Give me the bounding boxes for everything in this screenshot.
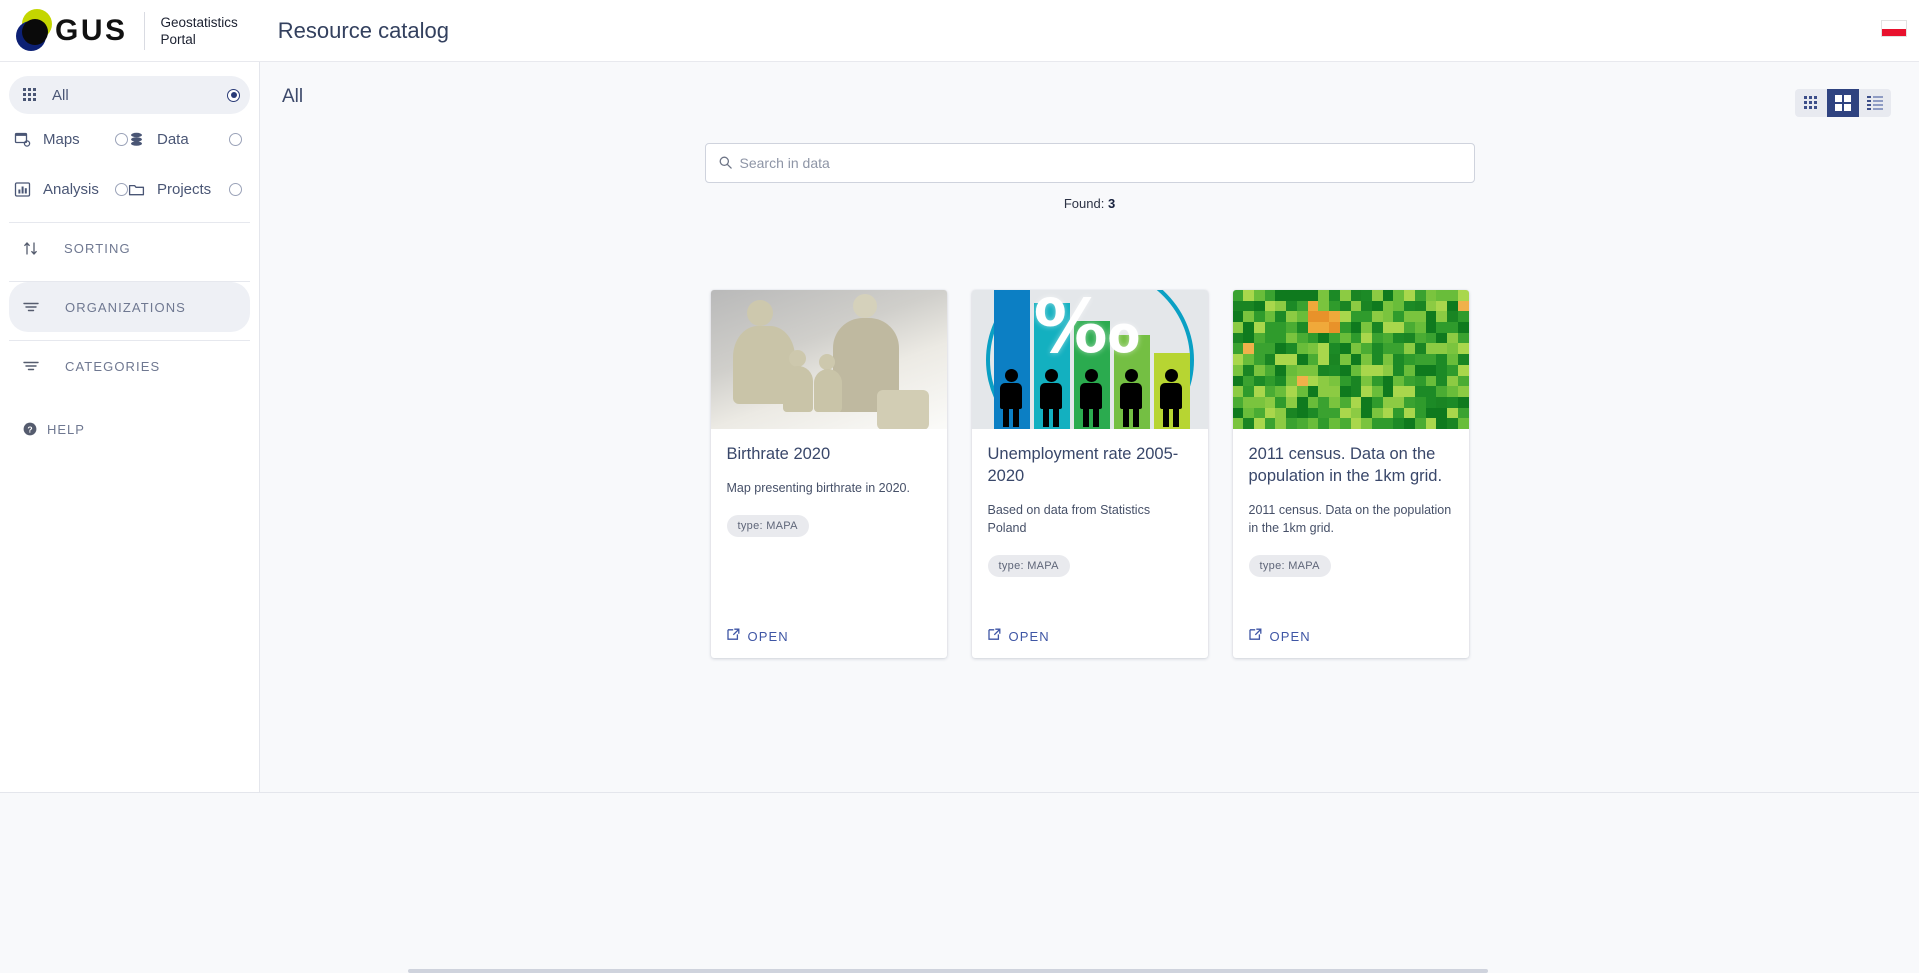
- sidebar-nav-row-2: Analysis Projects: [0, 164, 259, 214]
- card-open-label: OPEN: [1269, 628, 1311, 644]
- folder-icon: [128, 181, 145, 198]
- sidebar-item-data[interactable]: Data: [128, 131, 242, 148]
- card-type-tag: type: MAPA: [987, 555, 1070, 577]
- card-type-tag: type: MAPA: [726, 515, 809, 537]
- gus-logo-text: GUS: [55, 13, 128, 47]
- sidebar-item-data-label: Data: [157, 130, 189, 148]
- card-body: Birthrate 2020 Map presenting birthrate …: [711, 429, 947, 537]
- card-thumbnail-census: [1232, 290, 1469, 429]
- card-open-link[interactable]: OPEN: [987, 628, 1050, 644]
- app-footer: Statistics Poland Aleja Niepodległości 2…: [0, 792, 1919, 973]
- card-thumbnail-birthrate: [710, 290, 947, 429]
- compact-grid-view-button[interactable]: [1795, 89, 1827, 117]
- sidebar-item-maps[interactable]: Maps: [14, 131, 128, 148]
- sidebar-section-sorting[interactable]: SORTING: [9, 223, 250, 273]
- header-divider: [143, 11, 145, 50]
- search-input[interactable]: [705, 144, 1474, 182]
- page-header-title: Resource catalog: [277, 17, 450, 43]
- external-link-icon: [1248, 628, 1262, 644]
- sidebar-section-organizations-label: ORGANIZATIONS: [65, 299, 186, 315]
- sidebar-item-all[interactable]: All: [9, 76, 250, 114]
- sort-arrows-icon: [23, 241, 38, 256]
- page-title: All: [282, 86, 304, 107]
- sidebar: All Maps Data Analysis Projects SORTING …: [0, 62, 260, 792]
- search-area: Found: 3: [704, 143, 1475, 211]
- svg-text:?: ?: [27, 424, 32, 434]
- filter-lines-icon: [23, 360, 39, 372]
- question-circle-icon: ?: [23, 422, 37, 436]
- card-open-label: OPEN: [1008, 628, 1050, 644]
- card-title: Unemployment rate 2005-2020: [987, 445, 1179, 485]
- view-toggle-group: [1795, 89, 1891, 117]
- found-count-text: Found: 3: [705, 196, 1475, 211]
- card-thumbnail-unemployment: ‰: [971, 290, 1208, 429]
- external-link-icon: [726, 628, 740, 644]
- bar-chart-icon: [14, 181, 31, 198]
- card-description: Based on data from Statistics Poland: [987, 503, 1151, 535]
- grid-dots-icon: [23, 87, 38, 103]
- sidebar-section-categories-label: CATEGORIES: [65, 358, 161, 374]
- card-open-label: OPEN: [747, 628, 789, 644]
- search-box[interactable]: [704, 143, 1475, 183]
- found-label: Found:: [1063, 196, 1105, 211]
- resource-card[interactable]: Birthrate 2020 Map presenting birthrate …: [710, 290, 947, 658]
- sidebar-radio-data[interactable]: [229, 132, 242, 146]
- main-content: All Found: 3: [260, 62, 1919, 792]
- sidebar-item-projects-label: Projects: [157, 180, 212, 198]
- sidebar-item-analysis-label: Analysis: [43, 180, 99, 198]
- card-description: Map presenting birthrate in 2020.: [726, 481, 910, 495]
- card-title: Birthrate 2020: [726, 445, 831, 463]
- sidebar-item-projects[interactable]: Projects: [128, 181, 242, 198]
- card-open-link[interactable]: OPEN: [726, 628, 789, 644]
- sidebar-item-all-label: All: [52, 86, 69, 104]
- app-header: GUS Geostatistics Portal Resource catalo…: [0, 0, 1919, 62]
- sidebar-section-sorting-label: SORTING: [64, 240, 131, 256]
- card-grid-view-button[interactable]: [1827, 89, 1859, 117]
- sidebar-radio-maps[interactable]: [115, 132, 128, 146]
- card-open-link[interactable]: OPEN: [1248, 628, 1311, 644]
- sidebar-radio-projects[interactable]: [229, 182, 242, 196]
- grid-4-icon: [1835, 95, 1851, 111]
- sidebar-radio-all[interactable]: [227, 88, 240, 102]
- sidebar-radio-analysis[interactable]: [115, 182, 128, 196]
- list-view-button[interactable]: [1859, 89, 1891, 117]
- resource-card[interactable]: ‰ Unemployment rate 2005-2020 Based on d…: [971, 290, 1208, 658]
- horizontal-scrollbar[interactable]: [408, 969, 1488, 973]
- sidebar-section-organizations[interactable]: ORGANIZATIONS: [9, 282, 250, 332]
- card-body: Unemployment rate 2005-2020 Based on dat…: [972, 429, 1208, 577]
- gus-logo[interactable]: GUS: [14, 8, 128, 54]
- grid-9-icon: [1804, 96, 1818, 110]
- card-description: 2011 census. Data on the population in t…: [1248, 503, 1452, 535]
- sidebar-item-maps-label: Maps: [43, 130, 80, 148]
- card-body: 2011 census. Data on the population in t…: [1233, 429, 1469, 577]
- search-icon: [719, 156, 732, 169]
- poland-flag-icon[interactable]: [1881, 20, 1907, 37]
- list-icon: [1867, 96, 1883, 110]
- database-stack-icon: [128, 131, 145, 148]
- external-link-icon: [987, 628, 1001, 644]
- sidebar-section-categories[interactable]: CATEGORIES: [9, 341, 250, 391]
- portal-subtitle-line2: Portal: [160, 31, 196, 47]
- card-type-tag: type: MAPA: [1248, 555, 1331, 577]
- sidebar-nav-row-1: Maps Data: [0, 114, 259, 164]
- portal-subtitle-line1: Geostatistics: [160, 14, 238, 30]
- card-title: 2011 census. Data on the population in t…: [1248, 445, 1443, 485]
- portal-subtitle: Geostatistics Portal: [161, 14, 238, 48]
- found-count: 3: [1107, 196, 1116, 211]
- permille-symbol: ‰: [1033, 290, 1141, 370]
- filter-lines-icon: [23, 301, 39, 313]
- sidebar-item-help[interactable]: ? HELP: [9, 405, 250, 453]
- map-layer-icon: [14, 131, 31, 148]
- sidebar-item-help-label: HELP: [47, 421, 85, 437]
- resource-card[interactable]: 2011 census. Data on the population in t…: [1232, 290, 1469, 658]
- results-card-grid: Birthrate 2020 Map presenting birthrate …: [710, 290, 1469, 658]
- sidebar-item-analysis[interactable]: Analysis: [14, 181, 128, 198]
- gus-circles-logo-icon: [14, 8, 56, 54]
